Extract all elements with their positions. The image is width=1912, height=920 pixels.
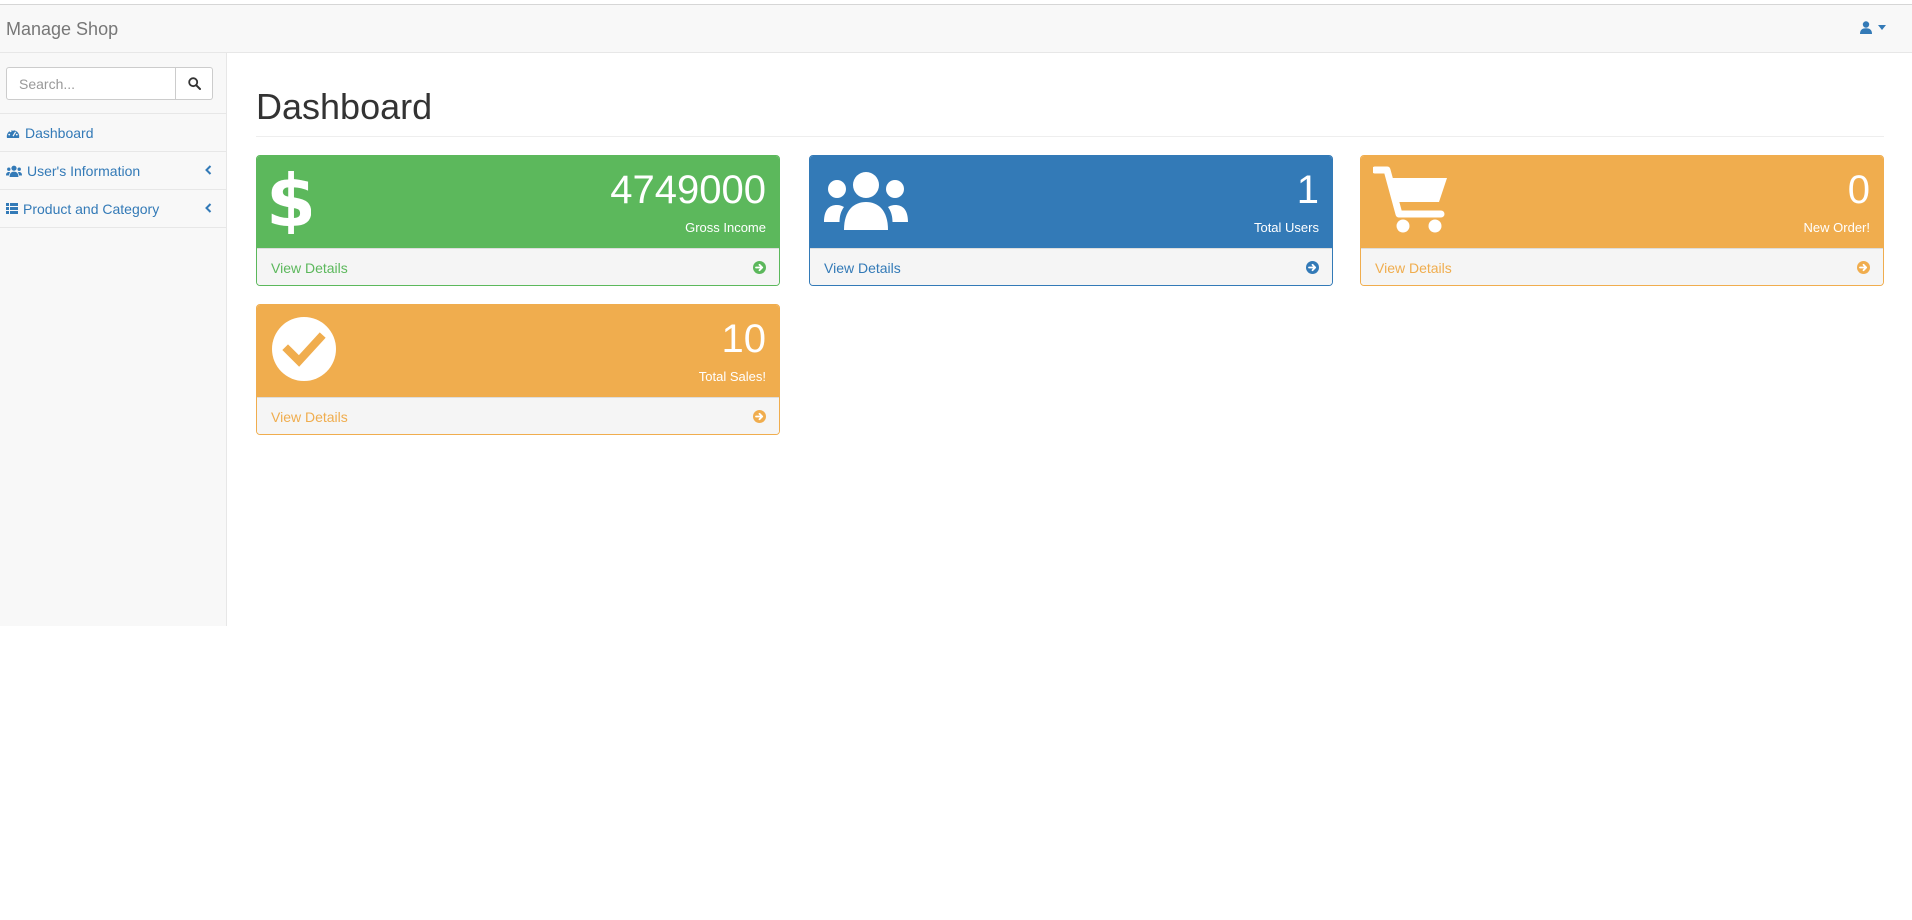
total-users-value: 1 — [1296, 168, 1319, 212]
view-details-link[interactable]: View Details — [1361, 248, 1883, 285]
user-icon — [1860, 21, 1872, 34]
brand-title[interactable]: Manage Shop — [6, 19, 118, 40]
users-icon — [824, 172, 908, 230]
total-users-panel: 1 Total Users View Details — [809, 155, 1333, 286]
chevron-left-icon — [205, 203, 212, 213]
search-icon — [187, 77, 201, 90]
check-circle-icon — [272, 317, 336, 381]
arrow-circle-right-icon — [753, 261, 766, 274]
sidebar-item-dashboard[interactable]: Dashboard — [0, 114, 226, 152]
gross-income-value: 4749000 — [610, 168, 766, 212]
gross-income-panel: $ 4749000 Gross Income View Details — [256, 155, 780, 286]
panel-heading: 10 Total Sales! — [257, 305, 779, 397]
arrow-circle-right-icon — [753, 410, 766, 423]
page-title: Dashboard — [256, 86, 433, 127]
view-details-link[interactable]: View Details — [810, 248, 1332, 285]
view-details-link[interactable]: View Details — [257, 397, 779, 434]
sidebar-item-label: Product and Category — [23, 200, 160, 217]
arrow-circle-right-icon — [1306, 261, 1319, 274]
new-order-panel: 0 New Order! View Details — [1360, 155, 1884, 286]
total-sales-value: 10 — [721, 317, 767, 361]
gross-income-label: Gross Income — [685, 220, 766, 235]
list-icon — [6, 203, 18, 214]
top-navbar: Manage Shop — [0, 4, 1912, 53]
sidebar-item-product-category[interactable]: Product and Category — [0, 190, 226, 228]
title-divider — [256, 136, 1884, 137]
svg-text:$: $ — [271, 166, 311, 234]
sidebar-item-label: Dashboard — [25, 124, 94, 141]
total-users-label: Total Users — [1253, 220, 1319, 235]
arrow-circle-right-icon — [1857, 261, 1870, 274]
view-details-label: View Details — [824, 260, 901, 276]
sidebar-item-label: User's Information — [27, 162, 141, 179]
panel-heading: 1 Total Users — [810, 156, 1332, 248]
sidebar-search — [6, 67, 213, 100]
total-sales-label: Total Sales! — [698, 369, 766, 384]
caret-down-icon — [1878, 25, 1886, 30]
view-details-label: View Details — [271, 409, 348, 425]
new-order-label: New Order! — [1803, 220, 1870, 235]
shopping-cart-icon — [1373, 166, 1447, 233]
search-button[interactable] — [176, 67, 213, 100]
panel-heading: $ 4749000 Gross Income — [257, 156, 779, 248]
sidebar: Dashboard User's Information — [0, 53, 227, 626]
user-menu-dropdown[interactable] — [1860, 21, 1886, 34]
sidebar-nav: Dashboard User's Information Product and… — [0, 113, 226, 228]
users-icon — [6, 165, 22, 177]
view-details-label: View Details — [271, 260, 348, 276]
view-details-label: View Details — [1375, 260, 1452, 276]
dashboard-icon — [6, 128, 20, 138]
dollar-icon: $ — [271, 166, 311, 234]
view-details-link[interactable]: View Details — [257, 248, 779, 285]
panel-heading: 0 New Order! — [1361, 156, 1883, 248]
total-sales-panel: 10 Total Sales! View Details — [256, 304, 780, 435]
search-input[interactable] — [6, 67, 176, 100]
new-order-value: 0 — [1847, 168, 1870, 212]
chevron-left-icon — [205, 165, 212, 175]
sidebar-item-users[interactable]: User's Information — [0, 152, 226, 190]
